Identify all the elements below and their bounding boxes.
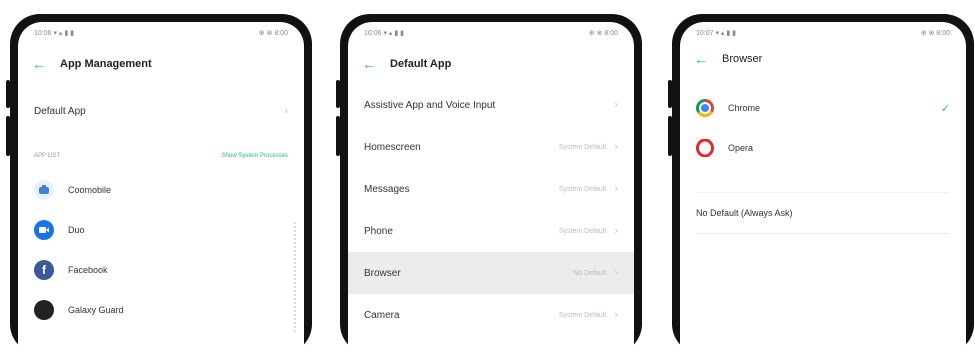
- back-arrow-icon[interactable]: ←: [362, 57, 376, 71]
- chevron-right-icon: ›: [284, 105, 288, 117]
- scrollbar[interactable]: [294, 222, 298, 332]
- row-label: Browser: [364, 267, 401, 279]
- phone-default-app: 10:06 ▾ ▴ ▮ ▮ ⊕ ⊗ 8:00 ← Default App Ass…: [340, 14, 642, 354]
- chevron-right-icon: ›: [614, 141, 618, 153]
- row-value: System Default: [558, 311, 607, 319]
- header: ← Default App: [348, 44, 634, 84]
- divider: [696, 233, 950, 234]
- app-name: Duo: [68, 225, 85, 235]
- back-arrow-icon[interactable]: ←: [32, 57, 46, 71]
- app-name: Facebook: [68, 265, 108, 275]
- app-name: Galaxy Guard: [68, 305, 124, 315]
- app-list-section-header: APP LIST Show System Processes: [18, 142, 304, 170]
- status-right: ⊕ ⊗ 8:00: [920, 30, 950, 37]
- status-left: 10:07 ▾ ▴ ▮ ▮: [696, 30, 737, 37]
- side-button: [6, 116, 10, 156]
- page-title: Browser: [722, 53, 763, 65]
- chevron-right-icon: ›: [614, 183, 618, 195]
- status-left: 10:06 ▾ ▴ ▮ ▮: [34, 30, 75, 37]
- chevron-right-icon: ›: [614, 267, 618, 279]
- list-item-app[interactable]: f Facebook: [18, 250, 304, 290]
- guard-icon: [34, 300, 54, 320]
- status-bar: 10:07 ▾ ▴ ▮ ▮ ⊕ ⊗ 8:00: [680, 22, 966, 44]
- phone-browser: 10:07 ▾ ▴ ▮ ▮ ⊕ ⊗ 8:00 ← Browser Chrome …: [672, 14, 974, 354]
- list-item-app[interactable]: Coomobile: [18, 170, 304, 210]
- side-button: [668, 80, 672, 108]
- duo-icon: [34, 220, 54, 240]
- option-name: Chrome: [728, 103, 761, 113]
- option-name: No Default (Always Ask): [696, 208, 793, 218]
- header: ← App Management: [18, 44, 304, 84]
- row-homescreen[interactable]: Homescreen System Default ›: [348, 126, 634, 168]
- row-label: Messages: [364, 183, 410, 195]
- option-opera[interactable]: Opera: [680, 128, 966, 168]
- option-chrome[interactable]: Chrome ✓: [680, 88, 966, 128]
- row-label: Phone: [364, 225, 393, 237]
- row-value: System Default: [558, 143, 607, 151]
- opera-icon: [696, 139, 714, 157]
- default-app-row[interactable]: Default App ›: [18, 90, 304, 132]
- back-arrow-icon[interactable]: ←: [694, 52, 708, 66]
- row-browser[interactable]: Browser No Default ›: [348, 252, 634, 294]
- row-value: No Default: [573, 269, 607, 277]
- row-value: System Default: [558, 227, 607, 235]
- list-item-app[interactable]: Duo: [18, 210, 304, 250]
- row-label: Assistive App and Voice Input: [364, 99, 496, 111]
- side-button: [336, 80, 340, 108]
- screen-app-management: 10:06 ▾ ▴ ▮ ▮ ⊕ ⊗ 8:00 ← App Management …: [18, 22, 304, 354]
- option-name: Opera: [728, 143, 754, 153]
- row-assistive-app[interactable]: Assistive App and Voice Input ›: [348, 84, 634, 126]
- coomobile-icon: [34, 180, 54, 200]
- status-bar: 10:06 ▾ ▴ ▮ ▮ ⊕ ⊗ 8:00: [18, 22, 304, 44]
- app-list-label: APP LIST: [34, 153, 61, 159]
- status-bar: 10:06 ▾ ▴ ▮ ▮ ⊕ ⊗ 8:00: [348, 22, 634, 44]
- header: ← Browser: [680, 44, 966, 74]
- page-title: App Management: [60, 58, 152, 70]
- row-value: System Default: [558, 185, 607, 193]
- status-right: ⊕ ⊗ 8:00: [258, 30, 288, 37]
- status-right: ⊕ ⊗ 8:00: [588, 30, 618, 37]
- side-button: [6, 80, 10, 108]
- row-phone[interactable]: Phone System Default ›: [348, 210, 634, 252]
- show-system-processes-link[interactable]: Show System Processes: [222, 153, 288, 159]
- page-title: Default App: [390, 58, 452, 70]
- chrome-icon: [696, 99, 714, 117]
- row-label: Camera: [364, 309, 400, 321]
- side-button: [668, 116, 672, 156]
- side-button: [336, 116, 340, 156]
- row-messages[interactable]: Messages System Default ›: [348, 168, 634, 210]
- screen-browser: 10:07 ▾ ▴ ▮ ▮ ⊕ ⊗ 8:00 ← Browser Chrome …: [680, 22, 966, 354]
- chevron-right-icon: ›: [614, 99, 618, 111]
- facebook-icon: f: [34, 260, 54, 280]
- option-no-default[interactable]: No Default (Always Ask): [680, 193, 966, 233]
- chevron-right-icon: ›: [614, 225, 618, 237]
- phone-app-management: 10:06 ▾ ▴ ▮ ▮ ⊕ ⊗ 8:00 ← App Management …: [10, 14, 312, 354]
- screen-default-app: 10:06 ▾ ▴ ▮ ▮ ⊕ ⊗ 8:00 ← Default App Ass…: [348, 22, 634, 354]
- row-label: Homescreen: [364, 141, 421, 153]
- chevron-right-icon: ›: [614, 309, 618, 321]
- default-app-label: Default App: [34, 105, 86, 117]
- check-icon: ✓: [940, 102, 950, 115]
- status-left: 10:06 ▾ ▴ ▮ ▮: [364, 30, 405, 37]
- list-item-app[interactable]: Galaxy Guard: [18, 290, 304, 330]
- app-name: Coomobile: [68, 185, 112, 195]
